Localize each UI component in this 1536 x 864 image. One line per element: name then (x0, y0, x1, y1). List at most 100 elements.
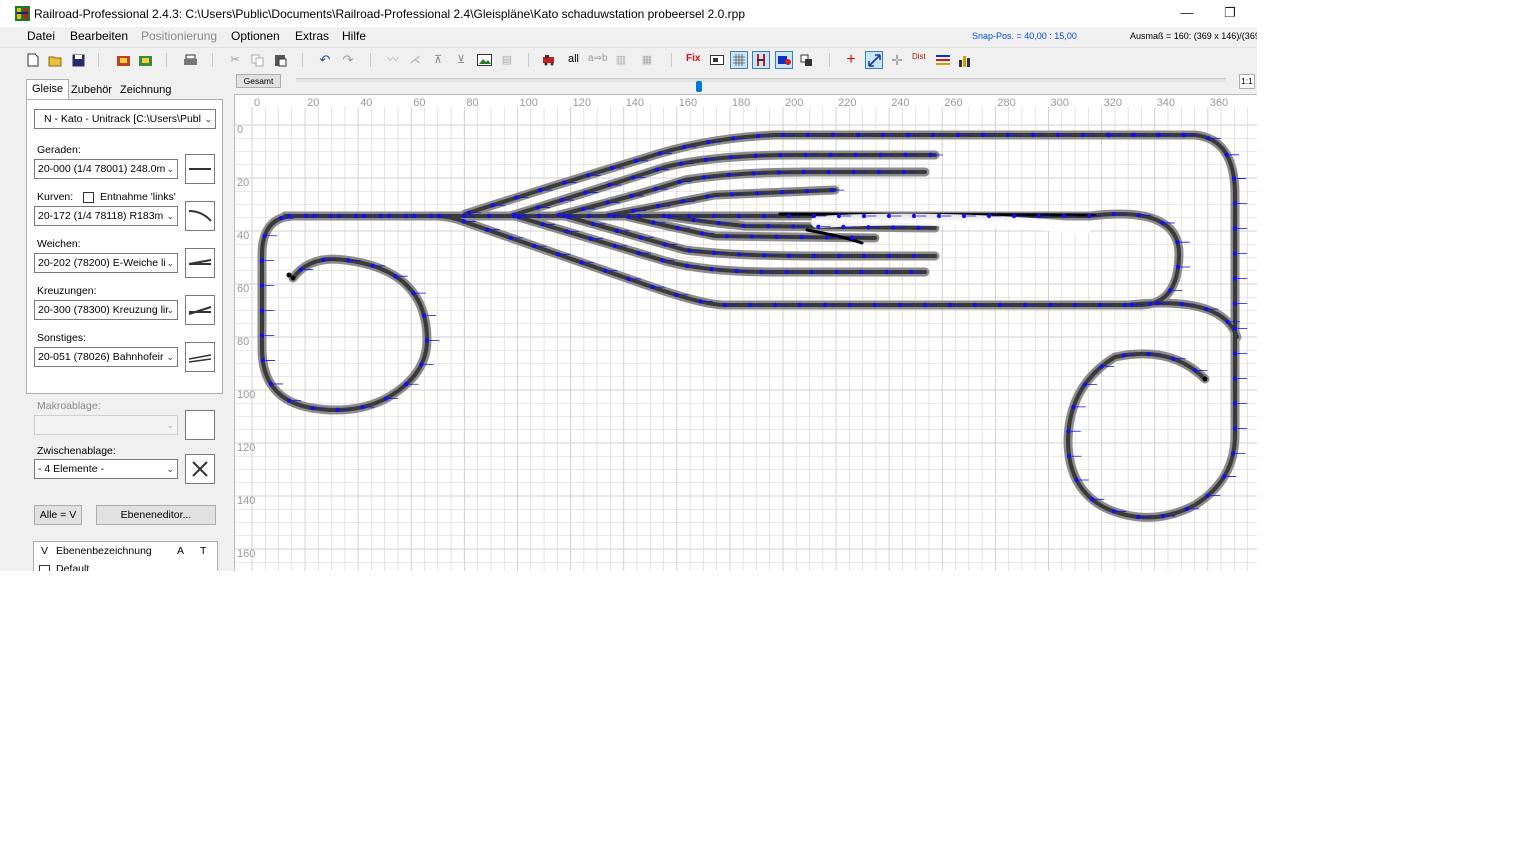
select-all-button[interactable]: all (568, 53, 579, 65)
kurven-select[interactable]: 20-172 (1/4 78118) R183m ⌄ (34, 206, 178, 226)
connector-dot (1204, 306, 1209, 312)
connector-dot (759, 269, 764, 275)
open-file-icon[interactable] (47, 52, 63, 68)
connector-dot (884, 269, 889, 275)
color-lines-icon[interactable] (935, 52, 951, 68)
cut-icon[interactable]: ✂ (227, 52, 243, 68)
copy-icon[interactable] (249, 52, 265, 68)
menu-optionen[interactable]: Optionen (231, 29, 280, 43)
connector-dot (1066, 454, 1072, 459)
delete-icon[interactable]: ▤ (499, 52, 515, 68)
minimize-button[interactable]: — (1172, 4, 1202, 22)
ungroup-icon[interactable]: ▦ (639, 52, 655, 68)
fix-button[interactable]: Fix (686, 53, 700, 64)
layers-icon[interactable] (799, 52, 815, 68)
gesamt-button[interactable]: Gesamt (236, 74, 281, 88)
macro-load-icon[interactable] (115, 52, 131, 68)
menu-datei[interactable]: Datei (27, 29, 55, 43)
save-icon[interactable] (70, 52, 86, 68)
a-to-b-button[interactable]: a⇒b (588, 53, 608, 64)
redo-icon[interactable]: ↷ (340, 52, 356, 68)
makroablage-select[interactable]: ⌄ (34, 415, 178, 435)
ausmass-readout: Ausmaß = 160: (369 x 146)/(369 (1130, 31, 1257, 41)
locomotive-icon[interactable] (542, 52, 558, 68)
draw-line-icon[interactable]: 〰 (385, 52, 401, 68)
ebeneneditor-button[interactable]: Ebeneneditor... (96, 505, 216, 525)
connector-dot (728, 155, 733, 160)
macro-save-icon[interactable] (137, 52, 153, 68)
connector-dot (1160, 220, 1165, 226)
connector-dot (298, 267, 303, 272)
image-icon[interactable] (476, 52, 492, 68)
connector-dot (540, 222, 545, 227)
connector-dot (1206, 136, 1211, 141)
label-icon[interactable] (709, 52, 725, 68)
connector-dot (586, 213, 592, 219)
zoom-slider[interactable] (296, 78, 1226, 92)
menu-extras[interactable]: Extras (295, 29, 329, 43)
clear-clipboard-button[interactable] (185, 454, 215, 484)
library-select[interactable]: N - Kato - Unitrack [C:\Users\Publ ⌄ (34, 109, 216, 129)
layer-visible-checkbox[interactable] (39, 565, 50, 571)
menu-positionierung[interactable]: Positionierung (141, 29, 217, 43)
zoom-slider-thumb[interactable] (696, 81, 702, 92)
connector-dot (1136, 213, 1142, 218)
crosshair-icon[interactable]: + (843, 52, 859, 68)
grid-toggle-icon[interactable] (730, 51, 748, 69)
print-icon[interactable] (182, 52, 198, 68)
layer-header-t: T (200, 545, 207, 557)
connector-dot (1082, 382, 1087, 387)
tab-zubehoer[interactable]: Zubehör (66, 81, 117, 99)
menu-hilfe[interactable]: Hilfe (342, 29, 366, 43)
crossing-button[interactable] (185, 295, 215, 325)
connector-dot (603, 268, 608, 273)
connector-dot (607, 182, 612, 188)
group-icon[interactable]: ▥ (613, 52, 629, 68)
zoom-1to1-button[interactable]: 1:1 (1239, 74, 1255, 89)
paste-icon[interactable] (272, 52, 288, 68)
connector-dot (903, 152, 908, 158)
turnout-button[interactable] (185, 248, 215, 278)
entnahme-links-checkbox[interactable] (83, 192, 94, 203)
undo-icon[interactable]: ↶ (317, 52, 333, 68)
weichen-select[interactable]: 20-202 (78200) E-Weiche li ⌄ (34, 253, 178, 273)
align-bottom-icon[interactable]: ⊻ (453, 52, 469, 68)
connector-dot (776, 170, 781, 175)
new-file-icon[interactable] (25, 52, 41, 68)
track-plan-drawing: 0 20 40 60 80 100 120 140 160 180 200 220 240 260 280 3… (235, 97, 1257, 571)
connector-dot (1005, 132, 1011, 138)
align-top-icon[interactable]: ⊼ (430, 52, 446, 68)
draw-angle-icon[interactable]: ⋌ (407, 52, 423, 68)
connector-dot (259, 333, 265, 338)
kreuzungen-select[interactable]: 20-300 (78300) Kreuzung lir ⌄ (34, 300, 178, 320)
restore-button[interactable]: ❐ (1215, 4, 1245, 22)
distance-button[interactable]: Dist (912, 52, 926, 61)
alle-v-button[interactable]: Alle = V (34, 505, 82, 525)
connector-dot (490, 203, 495, 208)
other-track-button[interactable] (185, 342, 215, 372)
connector-dot (657, 151, 662, 156)
ruler-x-label: 100 (520, 97, 538, 109)
move-icon[interactable]: ✛ (889, 52, 905, 68)
connector-dot (1061, 213, 1067, 219)
connector-dot (638, 235, 644, 240)
tab-zeichnung[interactable]: Zeichnung (115, 81, 176, 99)
connector-icon[interactable] (775, 51, 793, 69)
connector-dot (1030, 132, 1036, 138)
connector-dot (701, 175, 707, 180)
connector-dot (751, 171, 756, 176)
curve-track-button[interactable] (185, 201, 215, 231)
weichen-label: Weichen: (37, 238, 81, 250)
sonstiges-select[interactable]: 20-051 (78026) Bahnhofeir ⌄ (34, 347, 178, 367)
zoom-fit-icon[interactable] (865, 51, 883, 69)
geraden-select[interactable]: 20-000 (1/4 78001) 248.0m ⌄ (34, 159, 178, 179)
tab-gleise[interactable]: Gleise (26, 79, 70, 100)
menu-bearbeiten[interactable]: Bearbeiten (70, 29, 128, 43)
zwischenablage-select[interactable]: - 4 Elemente - ⌄ (34, 459, 178, 479)
macro-button[interactable] (185, 410, 215, 440)
track-ends-icon[interactable] (752, 51, 770, 69)
ruler-x-label: 340 (1157, 97, 1175, 109)
statistics-icon[interactable] (957, 52, 973, 68)
track-plan-canvas[interactable]: 0 20 40 60 80 100 120 140 160 180 200 220 240 260 280 3… (234, 94, 1257, 571)
straight-track-button[interactable] (185, 154, 215, 184)
